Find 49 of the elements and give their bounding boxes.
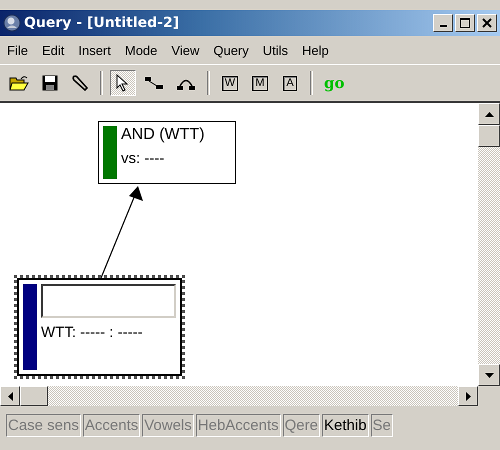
scroll-down-button[interactable]	[478, 364, 500, 386]
node-label: WTT: ----- : -----	[41, 324, 144, 341]
node-label: vs: ----	[121, 150, 166, 167]
minimize-button[interactable]	[433, 14, 453, 32]
letter-toggle[interactable]: W	[217, 70, 243, 96]
word-input-field[interactable]	[41, 284, 176, 318]
status-indicator: Se	[370, 414, 393, 437]
connector-icon	[144, 75, 164, 91]
scroll-right-button[interactable]	[458, 386, 478, 406]
status-indicator: Case sens	[6, 414, 81, 437]
minimize-icon	[440, 25, 446, 27]
letter-toggle[interactable]: A	[277, 70, 303, 96]
node-title: AND (WTT)	[121, 126, 206, 144]
close-icon	[482, 18, 492, 28]
maximize-button[interactable]	[455, 14, 475, 32]
maximize-icon	[460, 18, 470, 28]
floppy-icon	[42, 75, 58, 91]
menu-item[interactable]: Insert	[78, 42, 111, 58]
left-triangle-icon	[8, 392, 12, 400]
status-indicator: Kethib	[322, 414, 369, 437]
menu-item[interactable]: Query	[213, 42, 249, 58]
menu-item[interactable]: Mode	[124, 42, 158, 58]
up-triangle-icon	[484, 112, 494, 116]
menu-item[interactable]: View	[171, 42, 200, 58]
letter-toggle[interactable]: M	[247, 70, 273, 96]
wrench-icon	[71, 74, 89, 92]
menu-item[interactable]: Edit	[42, 42, 64, 58]
status-indicator: Vowels	[142, 414, 194, 437]
vertical-scrollbar[interactable]	[478, 103, 500, 386]
window-title: Query - [Untitled-2]	[24, 15, 180, 31]
menu-item[interactable]: Help	[302, 42, 329, 58]
status-indicator: Qere	[282, 414, 320, 437]
pointer-button[interactable]	[110, 70, 136, 96]
pointer-icon	[116, 74, 130, 92]
scroll-left-button[interactable]	[0, 386, 20, 406]
scroll-up-button[interactable]	[478, 103, 500, 125]
close-button[interactable]	[477, 14, 497, 32]
query-node[interactable]: AND (WTT) vs: ----	[98, 121, 236, 184]
scroll-thumb[interactable]	[20, 386, 48, 406]
status-indicator: Accents	[82, 414, 140, 437]
scroll-thumb[interactable]	[478, 125, 500, 147]
right-triangle-icon	[466, 392, 470, 400]
down-triangle-icon	[484, 372, 494, 378]
query-node[interactable]: WTT: ----- : -----	[17, 278, 182, 376]
menu-item[interactable]: File	[7, 42, 28, 58]
horizontal-scrollbar[interactable]	[0, 386, 478, 406]
folder-icon	[9, 75, 29, 91]
menu-item[interactable]: Utils	[262, 42, 288, 58]
status-indicator: HebAccents	[196, 414, 281, 437]
